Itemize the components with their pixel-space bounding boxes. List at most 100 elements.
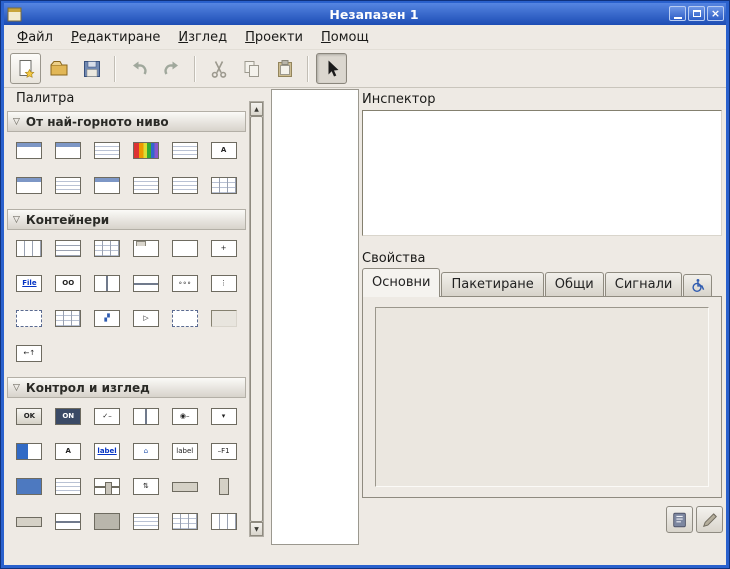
palette-item-input-dialog[interactable] [13, 176, 45, 195]
menubar: Файл Редактиране Изглед Проекти Помощ [4, 25, 726, 50]
palette-item-expander[interactable]: ▷ [130, 309, 162, 328]
palette-item-color-button[interactable] [13, 477, 45, 496]
palette-item-image[interactable]: ⌂ [130, 442, 162, 461]
palette-item-assistant[interactable] [91, 176, 123, 195]
undo-icon [129, 59, 149, 79]
info-button[interactable] [666, 506, 693, 533]
palette-item-vpaned[interactable] [130, 274, 162, 293]
palette-item-check-button[interactable]: ✓– [91, 407, 123, 426]
menu-projects[interactable]: Проекти [236, 27, 312, 48]
open-button[interactable] [43, 53, 74, 84]
scroll-down-button[interactable]: ▼ [250, 522, 263, 536]
menu-edit[interactable]: Редактиране [62, 27, 169, 48]
palette-item-combo-box-entry[interactable]: ▾ [208, 407, 240, 426]
palette-item-hscale[interactable] [91, 477, 123, 496]
palette-item-vbox[interactable] [52, 239, 84, 258]
palette-item-file-chooser-dialog[interactable] [169, 141, 201, 160]
palette-item-hpaned[interactable] [91, 274, 123, 293]
menu-view[interactable]: Изглед [169, 27, 236, 48]
tab-common[interactable]: Общи [545, 272, 604, 297]
tab-signals[interactable]: Сигнали [605, 272, 683, 297]
palette-item-menubar[interactable]: File [13, 274, 45, 293]
palette-item-progress-bar[interactable] [13, 512, 45, 531]
scroll-up-button[interactable]: ▲ [250, 102, 263, 116]
tab-general[interactable]: Основни [362, 268, 440, 297]
palette-item-combo-box[interactable] [130, 407, 162, 426]
redo-button[interactable] [156, 53, 187, 84]
palette-item-font-selection-dialog[interactable]: A [208, 141, 240, 160]
palette-item-hbuttonbox[interactable]: ∘∘∘ [169, 274, 201, 293]
palette-item-vscrollbar[interactable] [208, 477, 240, 496]
palette-item-drawing-area[interactable] [91, 512, 123, 531]
palette-item-dialog[interactable] [52, 141, 84, 160]
inspector-view[interactable] [362, 110, 722, 236]
palette-item-column-view[interactable] [208, 512, 240, 531]
palette-item-color-selection-dialog[interactable] [130, 141, 162, 160]
palette-item-toggle-button[interactable]: ON [52, 407, 84, 426]
palette-item-sizegroup[interactable]: ←↑ [13, 344, 45, 363]
palette-item-table[interactable] [91, 239, 123, 258]
maximize-button[interactable] [688, 6, 705, 21]
close-button[interactable]: × [707, 6, 724, 21]
palette-item-spin-button[interactable]: ⇅ [130, 477, 162, 496]
menu-file[interactable]: Файл [8, 27, 62, 48]
widget-icon [55, 513, 81, 530]
palette-item-window[interactable] [13, 141, 45, 160]
widget-icon [55, 240, 81, 257]
palette-item-hbox[interactable] [13, 239, 45, 258]
palette-item-label[interactable]: label [169, 442, 201, 461]
palette-item-message-dialog[interactable] [52, 176, 84, 195]
palette-section-label: Контрол и изглед [26, 381, 150, 395]
new-button[interactable] [10, 53, 41, 84]
scrollbar-track[interactable] [250, 116, 263, 522]
palette-item-fixed[interactable] [169, 239, 201, 258]
palette-section-header-toplevels[interactable]: ▽ От най-горното ниво [7, 111, 246, 132]
palette-item-scrolledwindow[interactable] [13, 309, 45, 328]
maximize-icon [693, 10, 701, 17]
palette-item-about-dialog[interactable] [91, 141, 123, 160]
copy-button[interactable] [236, 53, 267, 84]
edit-button[interactable] [696, 506, 723, 533]
palette-item-file-selection[interactable] [169, 176, 201, 195]
palette-item-iconview[interactable] [52, 309, 84, 328]
palette-item-button[interactable]: OK [13, 407, 45, 426]
palette-item-viewport[interactable] [208, 309, 240, 328]
palette-item-tree-view[interactable] [130, 512, 162, 531]
palette-item-font-button[interactable]: A [52, 442, 84, 461]
undo-button[interactable] [123, 53, 154, 84]
palette-section-header-containers[interactable]: ▽ Контейнери [7, 209, 246, 230]
palette-scrollbar[interactable]: ▲ ▼ [249, 101, 264, 537]
tab-accessibility[interactable] [683, 274, 712, 297]
widget-icon: OK [16, 408, 42, 425]
palette-item-icon-view[interactable] [169, 512, 201, 531]
palette-item-recent-chooser-dialog[interactable] [130, 176, 162, 195]
widget-icon: ON [55, 408, 81, 425]
minimize-button[interactable] [669, 6, 686, 21]
palette-item-font-selection[interactable] [208, 176, 240, 195]
palette-item-accel-label[interactable]: –F1 [208, 442, 240, 461]
palette-item-alignment[interactable]: + [208, 239, 240, 258]
selector-button[interactable] [316, 53, 347, 84]
titlebar[interactable]: Незапазен 1 × [4, 3, 726, 25]
design-canvas[interactable] [271, 89, 359, 545]
palette-item-vbuttonbox[interactable]: ⋮ [208, 274, 240, 293]
palette-item-link-button[interactable]: label [91, 442, 123, 461]
palette-item-statusbar[interactable] [52, 512, 84, 531]
save-floppy-icon [82, 59, 102, 79]
palette-item-radio-button[interactable]: ◉– [169, 407, 201, 426]
palette-section-header-controls[interactable]: ▽ Контрол и изглед [7, 377, 246, 398]
palette-item-entry[interactable] [13, 442, 45, 461]
scrollbar-thumb[interactable] [250, 116, 263, 522]
palette-item-text-view[interactable] [52, 477, 84, 496]
tab-packing[interactable]: Пакетиране [441, 272, 543, 297]
menu-help[interactable]: Помощ [312, 27, 378, 48]
save-button[interactable] [76, 53, 107, 84]
cut-button[interactable] [203, 53, 234, 84]
paste-button[interactable] [269, 53, 300, 84]
palette-item-layout[interactable] [169, 309, 201, 328]
palette-section-toplevels: ▽ От най-горното ниво [7, 111, 246, 207]
palette-item-frame[interactable] [130, 239, 162, 258]
palette-item-handlebox[interactable]: ▞ [91, 309, 123, 328]
palette-item-hscrollbar[interactable] [169, 477, 201, 496]
palette-item-toolbar[interactable]: OO [52, 274, 84, 293]
